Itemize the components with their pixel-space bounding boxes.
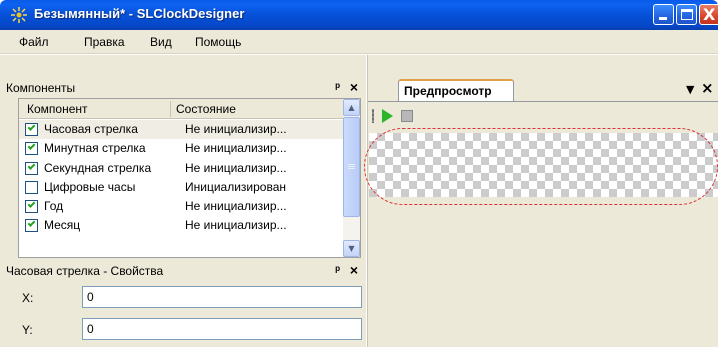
- component-name: Минутная стрелка: [44, 141, 146, 156]
- component-name: Цифровые часы: [44, 179, 136, 194]
- components-close-icon[interactable]: ×: [350, 79, 358, 95]
- list-item[interactable]: Цифровые часы Инициализирован: [19, 178, 344, 197]
- list-item[interactable]: Год Не инициализир...: [19, 197, 344, 216]
- checkbox[interactable]: [25, 180, 38, 194]
- maximize-button[interactable]: [676, 4, 697, 25]
- menu-edit[interactable]: Правка: [84, 35, 125, 49]
- x-label: X:: [22, 291, 34, 305]
- checkbox[interactable]: [25, 200, 38, 214]
- checkbox[interactable]: [25, 142, 38, 156]
- play-icon[interactable]: [382, 109, 393, 123]
- component-name: Секундная стрелка: [44, 160, 152, 175]
- highlight-outline: [364, 128, 718, 205]
- component-name: Месяц: [44, 218, 81, 233]
- component-name: Год: [44, 199, 64, 214]
- component-state: Не инициализир...: [185, 160, 287, 175]
- component-name: Часовая стрелка: [44, 122, 138, 136]
- menu-view[interactable]: Вид: [150, 35, 172, 49]
- column-separator[interactable]: [170, 101, 171, 117]
- tab-divider: [368, 101, 718, 102]
- properties-panel-header: Часовая стрелка - Свойства ᵖ ×: [0, 261, 366, 281]
- properties-panel-title: Часовая стрелка - Свойства: [6, 264, 164, 278]
- tab-close-icon[interactable]: ×: [701, 79, 714, 97]
- column-header-state[interactable]: Состояние: [176, 102, 236, 116]
- list-item[interactable]: Минутная стрелка Не инициализир...: [19, 139, 344, 158]
- x-field[interactable]: 0: [82, 286, 362, 308]
- preview-toolbar: [368, 104, 718, 128]
- close-button[interactable]: X: [699, 4, 718, 25]
- menu-help[interactable]: Помощь: [195, 35, 241, 49]
- y-label: Y:: [22, 323, 33, 337]
- title-bar[interactable]: Безымянный* - SLClockDesigner X: [0, 0, 718, 30]
- menu-bar: Файл Правка Вид Помощь: [0, 30, 718, 54]
- scroll-up-icon[interactable]: ▲: [343, 99, 360, 116]
- menu-file[interactable]: Файл: [19, 35, 49, 49]
- component-state: Не инициализир...: [185, 199, 287, 214]
- close-icon: X: [703, 5, 716, 24]
- components-list[interactable]: Компонент Состояние Часовая стрелка Не и…: [18, 98, 361, 258]
- list-item[interactable]: Месяц Не инициализир...: [19, 216, 344, 235]
- components-panel-title: Компоненты: [6, 81, 76, 95]
- list-rows: Часовая стрелка Не инициализир... Минутн…: [19, 120, 344, 236]
- checkbox[interactable]: [25, 161, 38, 175]
- vertical-scrollbar[interactable]: ▲ ▼: [343, 99, 360, 257]
- tab-dropdown-icon[interactable]: ▼: [686, 83, 694, 96]
- component-state: Не инициализир...: [185, 141, 287, 156]
- list-item[interactable]: Секундная стрелка Не инициализир...: [19, 159, 344, 178]
- component-state: Не инициализир...: [185, 218, 287, 233]
- list-header: Компонент Состояние: [19, 99, 344, 119]
- tab-preview[interactable]: Предпросмотр: [398, 79, 514, 101]
- minimize-icon: [659, 17, 667, 20]
- pin-icon[interactable]: ᵖ: [335, 80, 340, 94]
- checkbox[interactable]: [25, 123, 38, 136]
- scroll-thumb[interactable]: [343, 117, 360, 217]
- app-icon: [11, 7, 27, 23]
- pin-icon[interactable]: ᵖ: [335, 263, 340, 277]
- properties-close-icon[interactable]: ×: [350, 262, 358, 278]
- list-item[interactable]: Часовая стрелка Не инициализир...: [19, 120, 344, 140]
- y-field[interactable]: 0: [82, 318, 362, 340]
- stop-icon[interactable]: [401, 110, 413, 122]
- scroll-down-icon[interactable]: ▼: [343, 240, 360, 257]
- maximize-icon: [681, 9, 693, 20]
- toolbar-grip[interactable]: [372, 109, 374, 123]
- component-state: Не инициализир...: [185, 122, 287, 136]
- column-header-component[interactable]: Компонент: [27, 102, 88, 116]
- checkbox[interactable]: [25, 219, 38, 233]
- component-state: Инициализирован: [185, 179, 287, 194]
- components-panel-header: Компоненты ᵖ ×: [0, 78, 366, 98]
- window-title: Безымянный* - SLClockDesigner: [34, 6, 245, 21]
- minimize-button[interactable]: [653, 4, 674, 25]
